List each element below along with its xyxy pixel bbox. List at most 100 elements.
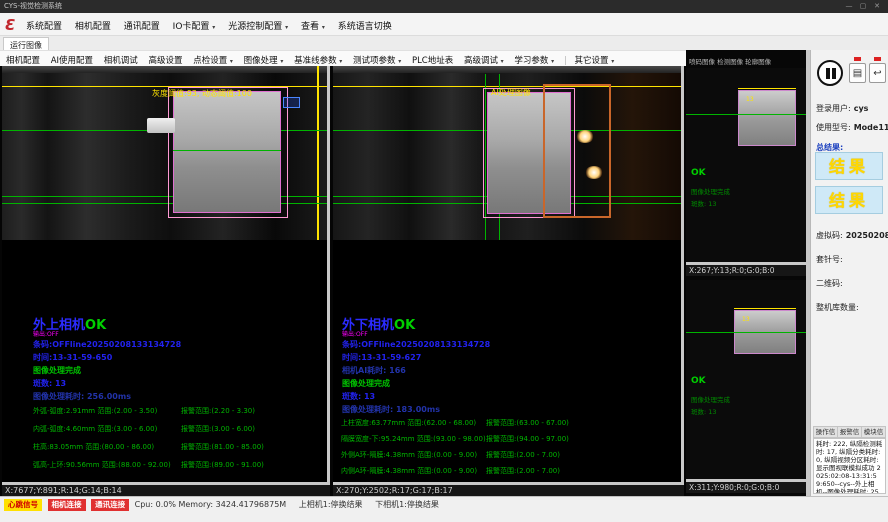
process-done-line: 图像处理完成 [33, 365, 81, 376]
tab-operation-info[interactable]: 操作信息 [814, 427, 838, 437]
monitor-button[interactable]: ▤ [849, 63, 866, 83]
elapsed-line: 图像处理耗时: 183.00ms [342, 404, 440, 415]
result-box-1: 结果 [815, 152, 883, 180]
toolbar-camera-debug[interactable]: 相机调试 [104, 56, 138, 66]
toolbar-baseline-params[interactable]: 基准线参数 ▾ [294, 56, 342, 66]
thumb-info-line: 图像处理完成 [691, 186, 730, 196]
toolbar-learn-params[interactable]: 学习参数 ▾ [514, 56, 554, 66]
pixel-coordinates-caption: X:267;Y:13;R:0;G:0;B:0 [686, 262, 806, 276]
toolbar-other-settings[interactable]: 其它设置 ▾ [575, 56, 615, 66]
connector-part [147, 118, 175, 133]
thumb-status: OK [691, 376, 706, 386]
toolbar-advanced-settings[interactable]: 高级设置 [148, 56, 182, 66]
highlight-spot [576, 130, 594, 143]
tab-alarm-info[interactable]: 报警信息 [838, 427, 862, 437]
overlay-yellow-line [738, 88, 796, 89]
vertical-scrollbar[interactable] [327, 66, 330, 482]
pixel-coordinates-caption: X:270;Y:2502;R:17;G:17;B:17 [333, 482, 684, 496]
lower-camera-status: 下相机1:停换结果 [375, 500, 439, 509]
output-line: 输出:OFF [33, 329, 59, 338]
camera-image-upper-outer[interactable]: 灰度阈值:93, 动态阈值:100 [2, 66, 327, 240]
window-title: CYS-视觉检测系统 [4, 2, 62, 10]
close-icon[interactable]: ✕ [870, 0, 884, 13]
measurement-row: 外侧A环-隔膜:4.38mm 范围:(0.00 - 9.00) 报警范围:(2.… [341, 450, 680, 460]
maximize-icon[interactable]: ▢ [856, 0, 870, 13]
pause-icon [826, 68, 830, 79]
alarm-range: 报警范围:(2.00 - 7.00) [486, 450, 560, 460]
tab-module-info[interactable]: 模块信息 [862, 427, 885, 437]
tab-strip: 运行图像 [0, 36, 888, 50]
camera-connection-badge: 相机连接 [48, 499, 86, 511]
toolbar-plc-address[interactable]: PLC地址表 [412, 56, 453, 66]
product-image [173, 91, 281, 213]
camera-view-upper-outer: 灰度阈值:93, 动态阈值:100 外上相机OK 输出:OFF 条码:OFFli… [2, 66, 330, 496]
return-button[interactable]: ↩ [869, 63, 886, 83]
toolbar: 相机配置 AI使用配置 相机调试 高级设置 点检设置 ▾ 图像处理 ▾ 基准线参… [0, 50, 686, 66]
alarm-range: 报警范围:(63.00 - 67.00) [486, 418, 569, 428]
menu-item-view[interactable]: 查看 ▾ [301, 22, 325, 32]
menu-item-io-config[interactable]: IO卡配置 ▾ [173, 22, 216, 32]
thumbnail-header: 喷码图像 检测图像 轮廓图像 [689, 56, 771, 66]
thumb-status: OK [691, 168, 706, 178]
blob-count-line: 斑数: 13 [33, 378, 66, 389]
tab-run-image[interactable]: 运行图像 [3, 37, 49, 50]
toolbar-camera-config[interactable]: 相机配置 [6, 56, 40, 66]
toolbar-spot-check[interactable]: 点检设置 ▾ [193, 56, 233, 66]
cpu-memory-status: Cpu: 0.0% Memory: 3424.41796875M [135, 500, 287, 509]
menu-bar: Ɛ 系统配置 相机配置 通讯配置 IO卡配置 ▾ 光源控制配置 ▾ 查看 ▾ 系… [0, 13, 888, 36]
thumbnail-view-1[interactable]: 13 OK 图像处理完成 斑数: 13 X:267;Y:13;R:0;G:0;B… [686, 68, 806, 276]
toolbar-test-params[interactable]: 测试项参数 ▾ [353, 56, 401, 66]
dropdown-arrow-icon: ▾ [501, 58, 504, 65]
dropdown-arrow-icon: ▾ [339, 58, 342, 65]
measurement-row: 弧高-上环:90.56mm 范围:(88.00 - 92.00) 报警范围:(8… [33, 460, 326, 470]
thumbnail-view-2[interactable]: 13 OK 图像处理完成 斑数: 13 X:311;Y:980;R:0;G:0;… [686, 280, 806, 493]
elapsed-line: 图像处理耗时: 256.00ms [33, 391, 131, 402]
camera-view-lower-outer: AI处理图像 外下相机OK 输出:OFF 条码:OFFline202502081… [333, 66, 684, 496]
toolbar-ai-config[interactable]: AI使用配置 [51, 56, 93, 66]
measurement-row: 柱高:83.05mm 范围:(80.00 - 86.00) 报警范围:(81.0… [33, 442, 326, 452]
monitor-icon: ▤ [853, 68, 862, 79]
upper-camera-status: 上相机1:停换结果 [299, 500, 363, 509]
alarm-range: 报警范围:(81.00 - 85.00) [181, 442, 264, 452]
app-window: CYS-视觉检测系统 —▢✕ Ɛ 系统配置 相机配置 通讯配置 IO卡配置 ▾ … [0, 0, 888, 522]
vertical-scrollbar[interactable] [681, 66, 684, 482]
alarm-range: 报警范围:(3.00 - 6.00) [181, 424, 255, 434]
pixel-coordinates-caption: X:311;Y:980;R:0;G:0;B:0 [686, 479, 806, 493]
toolbar-image-processing[interactable]: 图像处理 ▾ [244, 56, 284, 66]
dropdown-arrow-icon: ▾ [611, 58, 614, 65]
measurement-row: 外弧-弧度:2.91mm 范围:(2.00 - 3.50) 报警范围:(2.20… [33, 406, 326, 416]
menu-item-camera-config[interactable]: 相机配置 [75, 22, 111, 32]
info-panel-tabs: 操作信息 报警信息 模块信息 [813, 426, 886, 438]
dropdown-arrow-icon: ▾ [322, 24, 325, 31]
thumbnail-image: 13 OK 图像处理完成 斑数: 13 [686, 280, 806, 479]
pause-icon [832, 68, 836, 79]
overlay-green-line [686, 114, 806, 115]
threshold-overlay-label: 灰度阈值:93, 动态阈值:100 [152, 88, 252, 99]
ai-elapsed-line: 相机AI耗时: 166 [342, 365, 406, 376]
return-arrow-icon: ↩ [873, 68, 881, 79]
menu-item-language-switch[interactable]: 系统语言切换 [338, 22, 392, 32]
overlay-green-line [686, 332, 806, 333]
pixel-coordinates-caption: X:7677;Y:891;R:14;G:14;B:14 [2, 482, 330, 496]
camera-image-lower-outer[interactable]: AI处理图像 [333, 66, 681, 240]
minimize-icon[interactable]: — [842, 0, 856, 13]
menu-item-comm-config[interactable]: 通讯配置 [124, 22, 160, 32]
barcode-line: 条码:OFFline20250208133134728 [33, 339, 181, 350]
needle-number-field: 套针号: [816, 254, 843, 265]
dropdown-arrow-icon: ▾ [280, 58, 283, 65]
time-line: 时间:13-31-59-627 [342, 352, 421, 363]
menu-item-light-config[interactable]: 光源控制配置 ▾ [228, 22, 288, 32]
indicator-light [874, 57, 881, 61]
blob-count-line: 斑数: 13 [342, 391, 375, 402]
machine-rail [333, 66, 681, 73]
menu-item-system-config[interactable]: 系统配置 [26, 22, 62, 32]
toolbar-advanced-debug[interactable]: 高级调试 ▾ [464, 56, 504, 66]
measurement-row: 内侧A环-隔膜:4.38mm 范围:(0.00 - 9.00) 报警范围:(2.… [341, 466, 680, 476]
thumb-info-line: 图像处理完成 [691, 394, 730, 404]
app-logo-icon: Ɛ [5, 16, 15, 34]
main-view-area: 灰度阈值:93, 动态阈值:100 外上相机OK 输出:OFF 条码:OFFli… [0, 66, 686, 496]
pause-button[interactable] [817, 60, 843, 86]
alarm-range: 报警范围:(94.00 - 97.00) [486, 434, 569, 444]
indicator-light [854, 57, 861, 61]
output-line: 输出:OFF [342, 329, 368, 338]
